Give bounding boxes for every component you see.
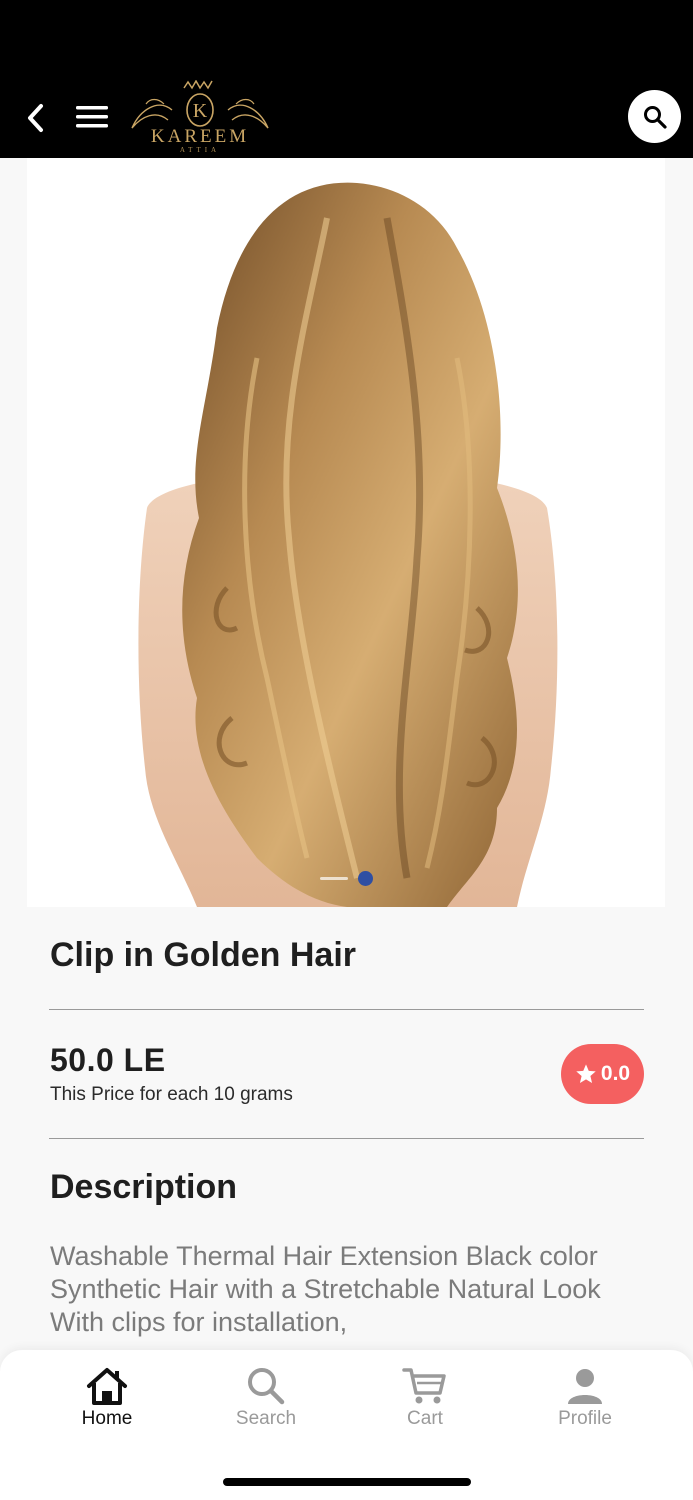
nav-cart[interactable]: Cart (365, 1366, 485, 1432)
divider (49, 1009, 644, 1010)
nav-home[interactable]: Home (47, 1366, 167, 1432)
rating-badge[interactable]: 0.0 (561, 1044, 644, 1104)
carousel-dot-active[interactable] (357, 870, 373, 886)
product-price: 50.0 LE (50, 1042, 166, 1078)
back-button[interactable] (20, 98, 50, 138)
search-icon (643, 105, 667, 129)
nav-search[interactable]: Search (206, 1366, 326, 1432)
rating-value: 0.0 (600, 1062, 631, 1085)
profile-icon (568, 1369, 602, 1404)
svg-text:K: K (193, 100, 208, 122)
description-text: Washable Thermal Hair Extension Black co… (50, 1241, 601, 1337)
cart-icon (402, 1368, 446, 1404)
product-image-carousel[interactable] (27, 158, 665, 907)
logo-name: KAREEM (150, 126, 250, 147)
header-search-button[interactable] (628, 90, 681, 143)
carousel-dot[interactable] (319, 876, 348, 880)
top-app-bar: K KAREEM ATTIA (0, 0, 693, 158)
search-icon (248, 1368, 285, 1405)
description-heading: Description (50, 1168, 238, 1206)
nav-home-label: Home (81, 1408, 133, 1429)
home-indicator[interactable] (223, 1478, 471, 1486)
logo-subtitle: ATTIA (179, 146, 221, 154)
divider (49, 1138, 644, 1139)
hamburger-menu-icon (76, 106, 108, 128)
chevron-left-icon (28, 104, 43, 132)
brand-logo: K KAREEM ATTIA (128, 80, 272, 154)
product-photo (138, 182, 558, 907)
nav-profile-label: Profile (558, 1408, 612, 1429)
price-note: This Price for each 10 grams (50, 1084, 293, 1105)
menu-button[interactable] (74, 100, 110, 134)
nav-profile[interactable]: Profile (525, 1366, 645, 1432)
nav-cart-label: Cart (407, 1408, 443, 1429)
home-icon (87, 1368, 127, 1405)
nav-search-label: Search (235, 1408, 297, 1429)
product-title: Clip in Golden Hair (50, 936, 357, 974)
carousel-indicator[interactable] (27, 870, 665, 886)
star-icon (576, 1064, 596, 1083)
